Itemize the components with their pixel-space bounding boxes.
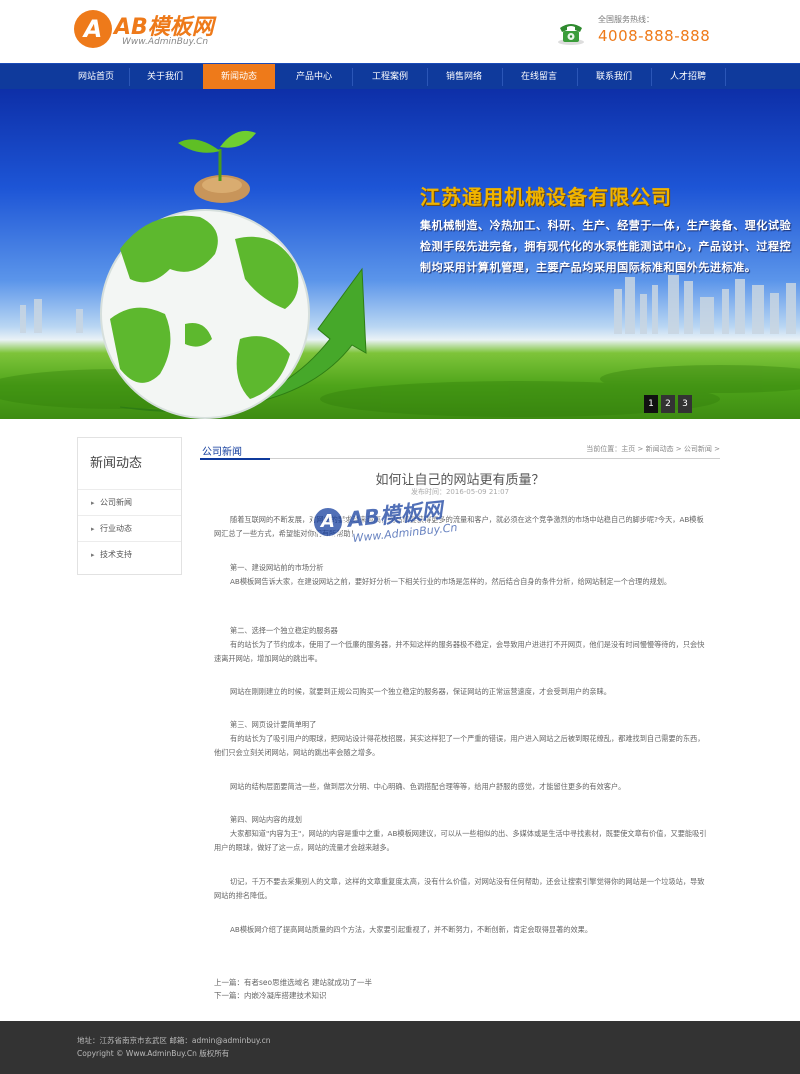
phone-icon (558, 24, 584, 45)
nav-item-message[interactable]: 在线留言 (503, 64, 575, 90)
hotline: 全国服务热线： 4008-888-888 (556, 14, 726, 50)
article-meta: 发布时间：2016-05-09 21:07 (410, 488, 510, 496)
breadcrumb[interactable]: 当前位置：主页 > 新闻动态 > 公司新闻 > (586, 444, 720, 454)
banner-title: 江苏通用机械设备有限公司 (420, 185, 672, 209)
footer-address: 地址：江苏省南京市玄武区 邮箱：admin@adminbuy.cn (77, 1036, 271, 1045)
nav-item-sales[interactable]: 销售网络 (428, 64, 500, 90)
sidebar: 新闻动态 ▸ 公司新闻 ▸ 行业动态 ▸ 技术支持 (77, 437, 182, 575)
article-title: 如何让自己的网站更有质量？ (375, 473, 545, 488)
nav-item-products[interactable]: 产品中心 (279, 64, 349, 90)
banner-description: 集机械制造、冷热加工、科研、生产、经营于一体，生产装备、理化试验检测手段先进完备… (420, 219, 792, 274)
sidebar-item-label: 行业动态 (100, 524, 132, 533)
site-footer: 地址：江苏省南京市玄武区 邮箱：admin@adminbuy.cn Copyri… (0, 1021, 800, 1074)
sidebar-item-support[interactable]: ▸ 技术支持 (78, 541, 181, 567)
prev-article-link[interactable]: 上一篇：有者seo思维选域名 建站就成功了一半 (214, 977, 514, 988)
nav-item-news[interactable]: 新闻动态 (203, 64, 275, 90)
pager-dot-3[interactable]: 3 (678, 395, 692, 413)
pager-dot-1[interactable]: 1 (644, 395, 658, 413)
nav-item-home[interactable]: 网站首页 (64, 64, 128, 90)
article-paragraph: 大家都知道"内容为王"，网站的内容是重中之重，AB模板网建议，可以从一些相似的出… (214, 829, 707, 852)
pager-dot-2[interactable]: 2 (661, 395, 675, 413)
hotline-number: 4008-888-888 (598, 27, 711, 45)
hotline-label: 全国服务热线： (598, 15, 654, 24)
section-header: 公司新闻 当前位置：主页 > 新闻动态 > 公司新闻 > (200, 437, 720, 460)
article-paragraph: 切记，千万不要去采集别人的文章，这样的文章重复度太高，没有什么价值，对网站没有任… (214, 877, 705, 900)
site-logo[interactable]: A AB模板网 Www.AdminBuy.Cn (74, 8, 234, 52)
article-paragraph: 有的站长为了吸引用户的眼球，把网站设计得花枝招展，其实这样犯了一个严重的错误，用… (214, 734, 705, 757)
article-subheading: 第四、网站内容的规划 (230, 815, 302, 824)
bullet-icon: ▸ (91, 551, 95, 559)
article-paragraph: 网站的结构层面要简洁一些，做到层次分明、中心明确、色调搭配合理等等，给用户舒服的… (230, 782, 626, 791)
footer-copyright: Copyright © Www.AdminBuy.Cn 版权所有 (77, 1049, 230, 1058)
bullet-icon: ▸ (91, 525, 95, 533)
sidebar-item-industry[interactable]: ▸ 行业动态 (78, 515, 181, 541)
section-underline (200, 458, 270, 460)
article-paragraph: AB模板网介绍了提高网站质量的四个方法，大家要引起重视了，并不断努力，不断创新，… (230, 925, 593, 934)
nav-divider (352, 68, 353, 86)
nav-item-contact[interactable]: 联系我们 (578, 64, 650, 90)
sidebar-item-company-news[interactable]: ▸ 公司新闻 (78, 489, 181, 515)
article-paragraph: 有的站长为了节约成本，使用了一个低廉的服务器，并不知这样的服务器极不稳定，会导致… (214, 640, 705, 663)
nav-item-about[interactable]: 关于我们 (130, 64, 200, 90)
next-article-link[interactable]: 下一篇：内嵌冷凝库搭建技术知识 (214, 990, 514, 1001)
nav-divider (725, 68, 726, 86)
watermark-mark-icon: A (312, 506, 344, 538)
logo-subtitle: Www.AdminBuy.Cn (122, 37, 209, 47)
main-nav: 网站首页 关于我们 新闻动态 产品中心 工程案例 销售网络 在线留言 联系我们 … (0, 63, 800, 90)
article-paragraph: AB模板网告诉大家，在建设网站之前，要好好分析一下相关行业的市场是怎样的，然后结… (230, 577, 672, 586)
nav-item-jobs[interactable]: 人才招聘 (652, 64, 724, 90)
section-title: 公司新闻 (202, 447, 242, 458)
article-paragraph: 网站在刚刚建立的时候，就要到正规公司购买一个独立稳定的服务器，保证网站的正常运营… (230, 687, 611, 696)
article-subheading: 第一、建设网站前的市场分析 (230, 563, 324, 572)
hero-banner: 江苏通用机械设备有限公司 集机械制造、冷热加工、科研、生产、经营于一体，生产装备… (0, 89, 800, 419)
article-subheading: 第三、网页设计要简单明了 (230, 720, 317, 729)
bullet-icon: ▸ (91, 499, 95, 507)
site-header: A AB模板网 Www.AdminBuy.Cn 全国服务热线： 4008-888… (0, 0, 800, 63)
article-subheading: 第二、选择一个独立稳定的服务器 (230, 626, 338, 635)
nav-item-cases[interactable]: 工程案例 (354, 64, 426, 90)
watermark-logo: A AB模板网 Www.AdminBuy.Cn (312, 498, 512, 560)
logo-mark-icon: A (74, 10, 112, 48)
sidebar-item-label: 技术支持 (100, 550, 132, 559)
sidebar-title: 新闻动态 (90, 456, 143, 471)
sidebar-item-label: 公司新闻 (100, 498, 132, 507)
